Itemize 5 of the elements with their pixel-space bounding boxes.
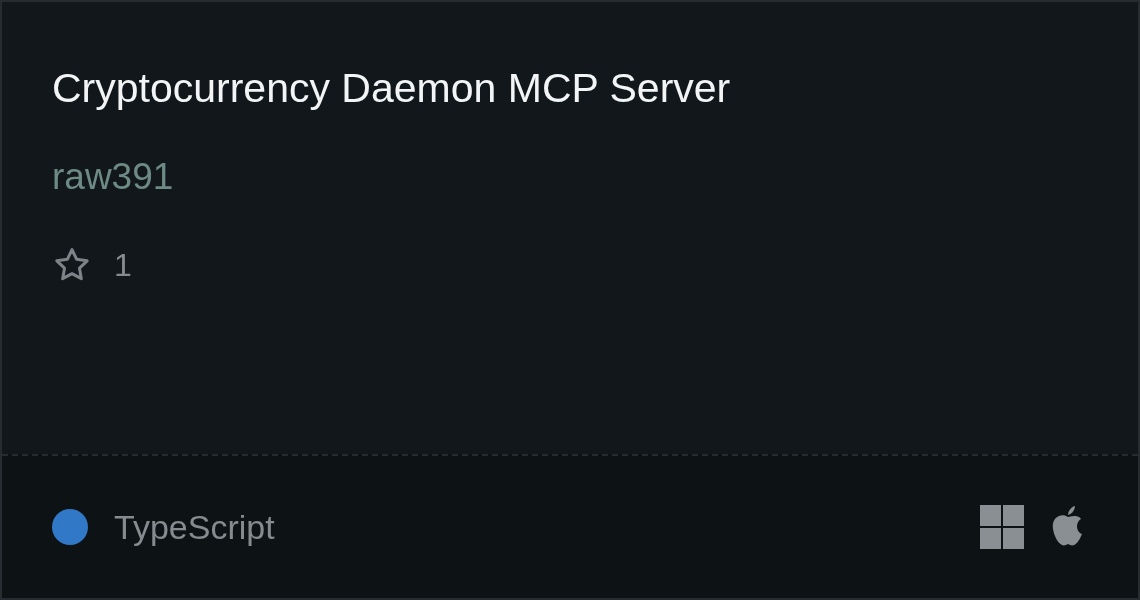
language-name: TypeScript: [114, 507, 275, 547]
author-name: raw391: [52, 155, 175, 199]
windows-icon: [980, 505, 1024, 549]
star-count: 1: [114, 246, 132, 284]
server-title: Cryptocurrency Daemon MCP Server: [52, 64, 732, 113]
